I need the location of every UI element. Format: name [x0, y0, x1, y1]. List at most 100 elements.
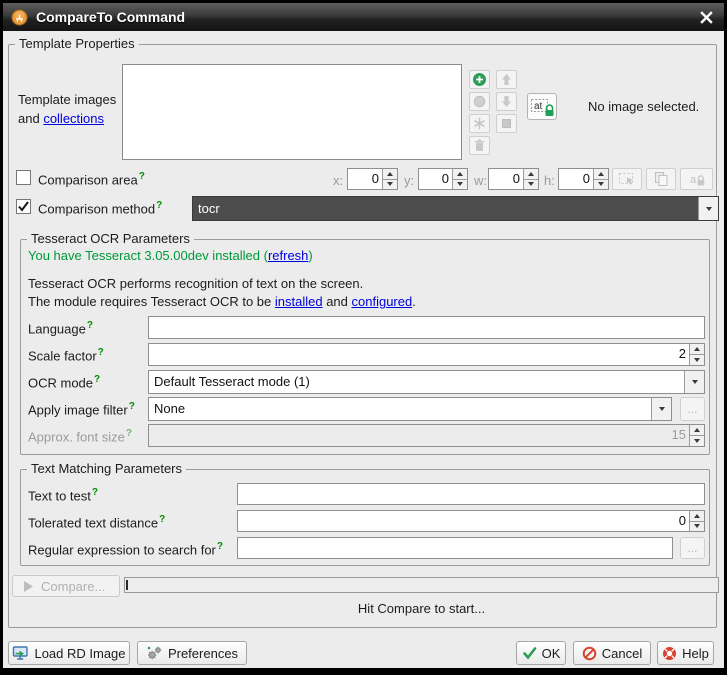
image-filter-select[interactable]: None	[148, 397, 672, 421]
compare-progress-bar	[124, 577, 719, 593]
y-label: y:	[404, 173, 414, 188]
distance-label: Tolerated text distance?	[28, 514, 165, 530]
image-filter-more-button: ...	[680, 397, 705, 421]
tesseract-desc2-prefix: The module requires Tesseract OCR to be	[28, 294, 275, 309]
titlebar[interactable]: CompareTo Command	[3, 3, 724, 31]
scale-factor-help-mark: ?	[98, 347, 104, 358]
square-icon	[499, 116, 514, 131]
select-area-icon	[618, 171, 636, 187]
cancel-icon	[582, 646, 597, 661]
comparison-method-select[interactable]: tocr	[192, 196, 719, 221]
refresh-image-button	[469, 114, 490, 133]
arrow-up-icon	[499, 72, 514, 87]
ok-button[interactable]: OK	[516, 641, 566, 665]
text-matching-group-title: Text Matching Parameters	[27, 461, 186, 476]
distance-spinner-arrows[interactable]	[689, 511, 704, 531]
ocr-mode-label: OCR mode?	[28, 374, 100, 390]
close-button[interactable]	[690, 5, 722, 29]
regex-field[interactable]	[237, 537, 673, 559]
ocr-mode-help-mark: ?	[94, 374, 100, 385]
scale-factor-value: 2	[149, 344, 689, 365]
font-size-spinner: 15	[148, 424, 705, 447]
scale-spin-up[interactable]	[690, 344, 704, 354]
x-spin-down[interactable]	[383, 179, 397, 190]
comparison-area-checkbox[interactable]	[16, 170, 31, 185]
help-button[interactable]: Help	[657, 641, 714, 665]
ocr-mode-select[interactable]: Default Tesseract mode (1)	[148, 370, 705, 394]
text-recognition-button[interactable]: at	[527, 93, 557, 120]
image-filter-dropdown-arrow[interactable]	[651, 398, 671, 420]
ok-label: OK	[542, 646, 561, 661]
font-size-help-mark: ?	[126, 428, 132, 439]
y-spinner-arrows[interactable]	[452, 169, 467, 189]
language-label-text: Language	[28, 321, 86, 336]
area-text-lock-icon: a	[688, 171, 706, 187]
x-spinner-arrows[interactable]	[382, 169, 397, 189]
installed-link[interactable]: installed	[275, 294, 323, 309]
distance-spin-down[interactable]	[690, 521, 704, 532]
x-value: 0	[348, 169, 382, 189]
regex-more-button: ...	[680, 537, 705, 559]
y-spin-up[interactable]	[453, 169, 467, 179]
comparison-method-value: tocr	[193, 197, 698, 220]
ocr-mode-value: Default Tesseract mode (1)	[149, 371, 684, 393]
tesseract-group-title: Tesseract OCR Parameters	[27, 231, 194, 246]
w-spin-down[interactable]	[524, 179, 538, 190]
cancel-button[interactable]: Cancel	[573, 641, 651, 665]
h-value: 0	[559, 169, 593, 189]
comparison-method-label-text: Comparison method	[38, 201, 155, 216]
h-spinner-arrows[interactable]	[593, 169, 608, 189]
image-filter-help-mark: ?	[129, 401, 135, 412]
scale-factor-spinner[interactable]: 2	[148, 343, 705, 366]
tesseract-description-line1: Tesseract OCR performs recognition of te…	[28, 276, 363, 291]
copy-area-button	[646, 168, 676, 190]
tesseract-description-line2: The module requires Tesseract OCR to be …	[28, 294, 416, 309]
language-field[interactable]	[148, 316, 705, 339]
help-label: Help	[682, 646, 709, 661]
text-to-test-help-mark: ?	[92, 487, 98, 498]
font-size-value: 15	[149, 425, 689, 446]
h-spin-down[interactable]	[594, 179, 608, 190]
h-spin-up[interactable]	[594, 169, 608, 179]
w-spinner[interactable]: 0	[488, 168, 539, 190]
collections-link[interactable]: collections	[43, 111, 104, 126]
y-spinner[interactable]: 0	[418, 168, 468, 190]
refresh-link[interactable]: refresh	[268, 248, 308, 263]
font-size-spin-up	[690, 425, 704, 435]
y-spin-down[interactable]	[453, 179, 467, 190]
tesseract-status-suffix: )	[308, 248, 312, 263]
template-images-label: Template images and collections	[18, 90, 116, 128]
preferences-button[interactable]: Preferences	[137, 641, 247, 665]
font-size-label: Approx. font size?	[28, 428, 132, 444]
progress-caret	[126, 580, 128, 590]
template-properties-group-title: Template Properties	[15, 36, 139, 51]
template-images-list[interactable]	[122, 64, 462, 160]
text-to-test-field[interactable]	[237, 483, 705, 505]
language-label: Language?	[28, 320, 93, 336]
comparison-method-dropdown-arrow[interactable]	[698, 197, 718, 220]
ocr-mode-dropdown-arrow[interactable]	[684, 371, 704, 393]
scale-factor-label: Scale factor?	[28, 347, 104, 363]
w-value: 0	[489, 169, 523, 189]
x-spin-up[interactable]	[383, 169, 397, 179]
w-spin-up[interactable]	[524, 169, 538, 179]
image-filter-label-text: Apply image filter	[28, 402, 128, 417]
distance-spinner[interactable]: 0	[237, 510, 705, 532]
no-image-selected-text: No image selected.	[588, 99, 699, 114]
w-spinner-arrows[interactable]	[523, 169, 538, 189]
distance-value: 0	[238, 511, 689, 531]
tesseract-desc2-mid: and	[323, 294, 352, 309]
scale-factor-spinner-arrows[interactable]	[689, 344, 704, 365]
h-spinner[interactable]: 0	[558, 168, 609, 190]
distance-spin-up[interactable]	[690, 511, 704, 521]
font-size-spin-down	[690, 435, 704, 446]
load-rd-image-button[interactable]: Load RD Image	[8, 641, 130, 665]
compareto-dialog: CompareTo Command Template Properties Te…	[0, 0, 727, 675]
comparison-method-checkbox[interactable]	[16, 199, 31, 214]
configured-link[interactable]: configured	[352, 294, 413, 309]
scale-spin-down[interactable]	[690, 354, 704, 365]
add-image-button[interactable]	[469, 70, 490, 89]
record-icon	[472, 94, 487, 109]
x-spinner[interactable]: 0	[347, 168, 398, 190]
load-rd-image-icon	[12, 645, 29, 661]
